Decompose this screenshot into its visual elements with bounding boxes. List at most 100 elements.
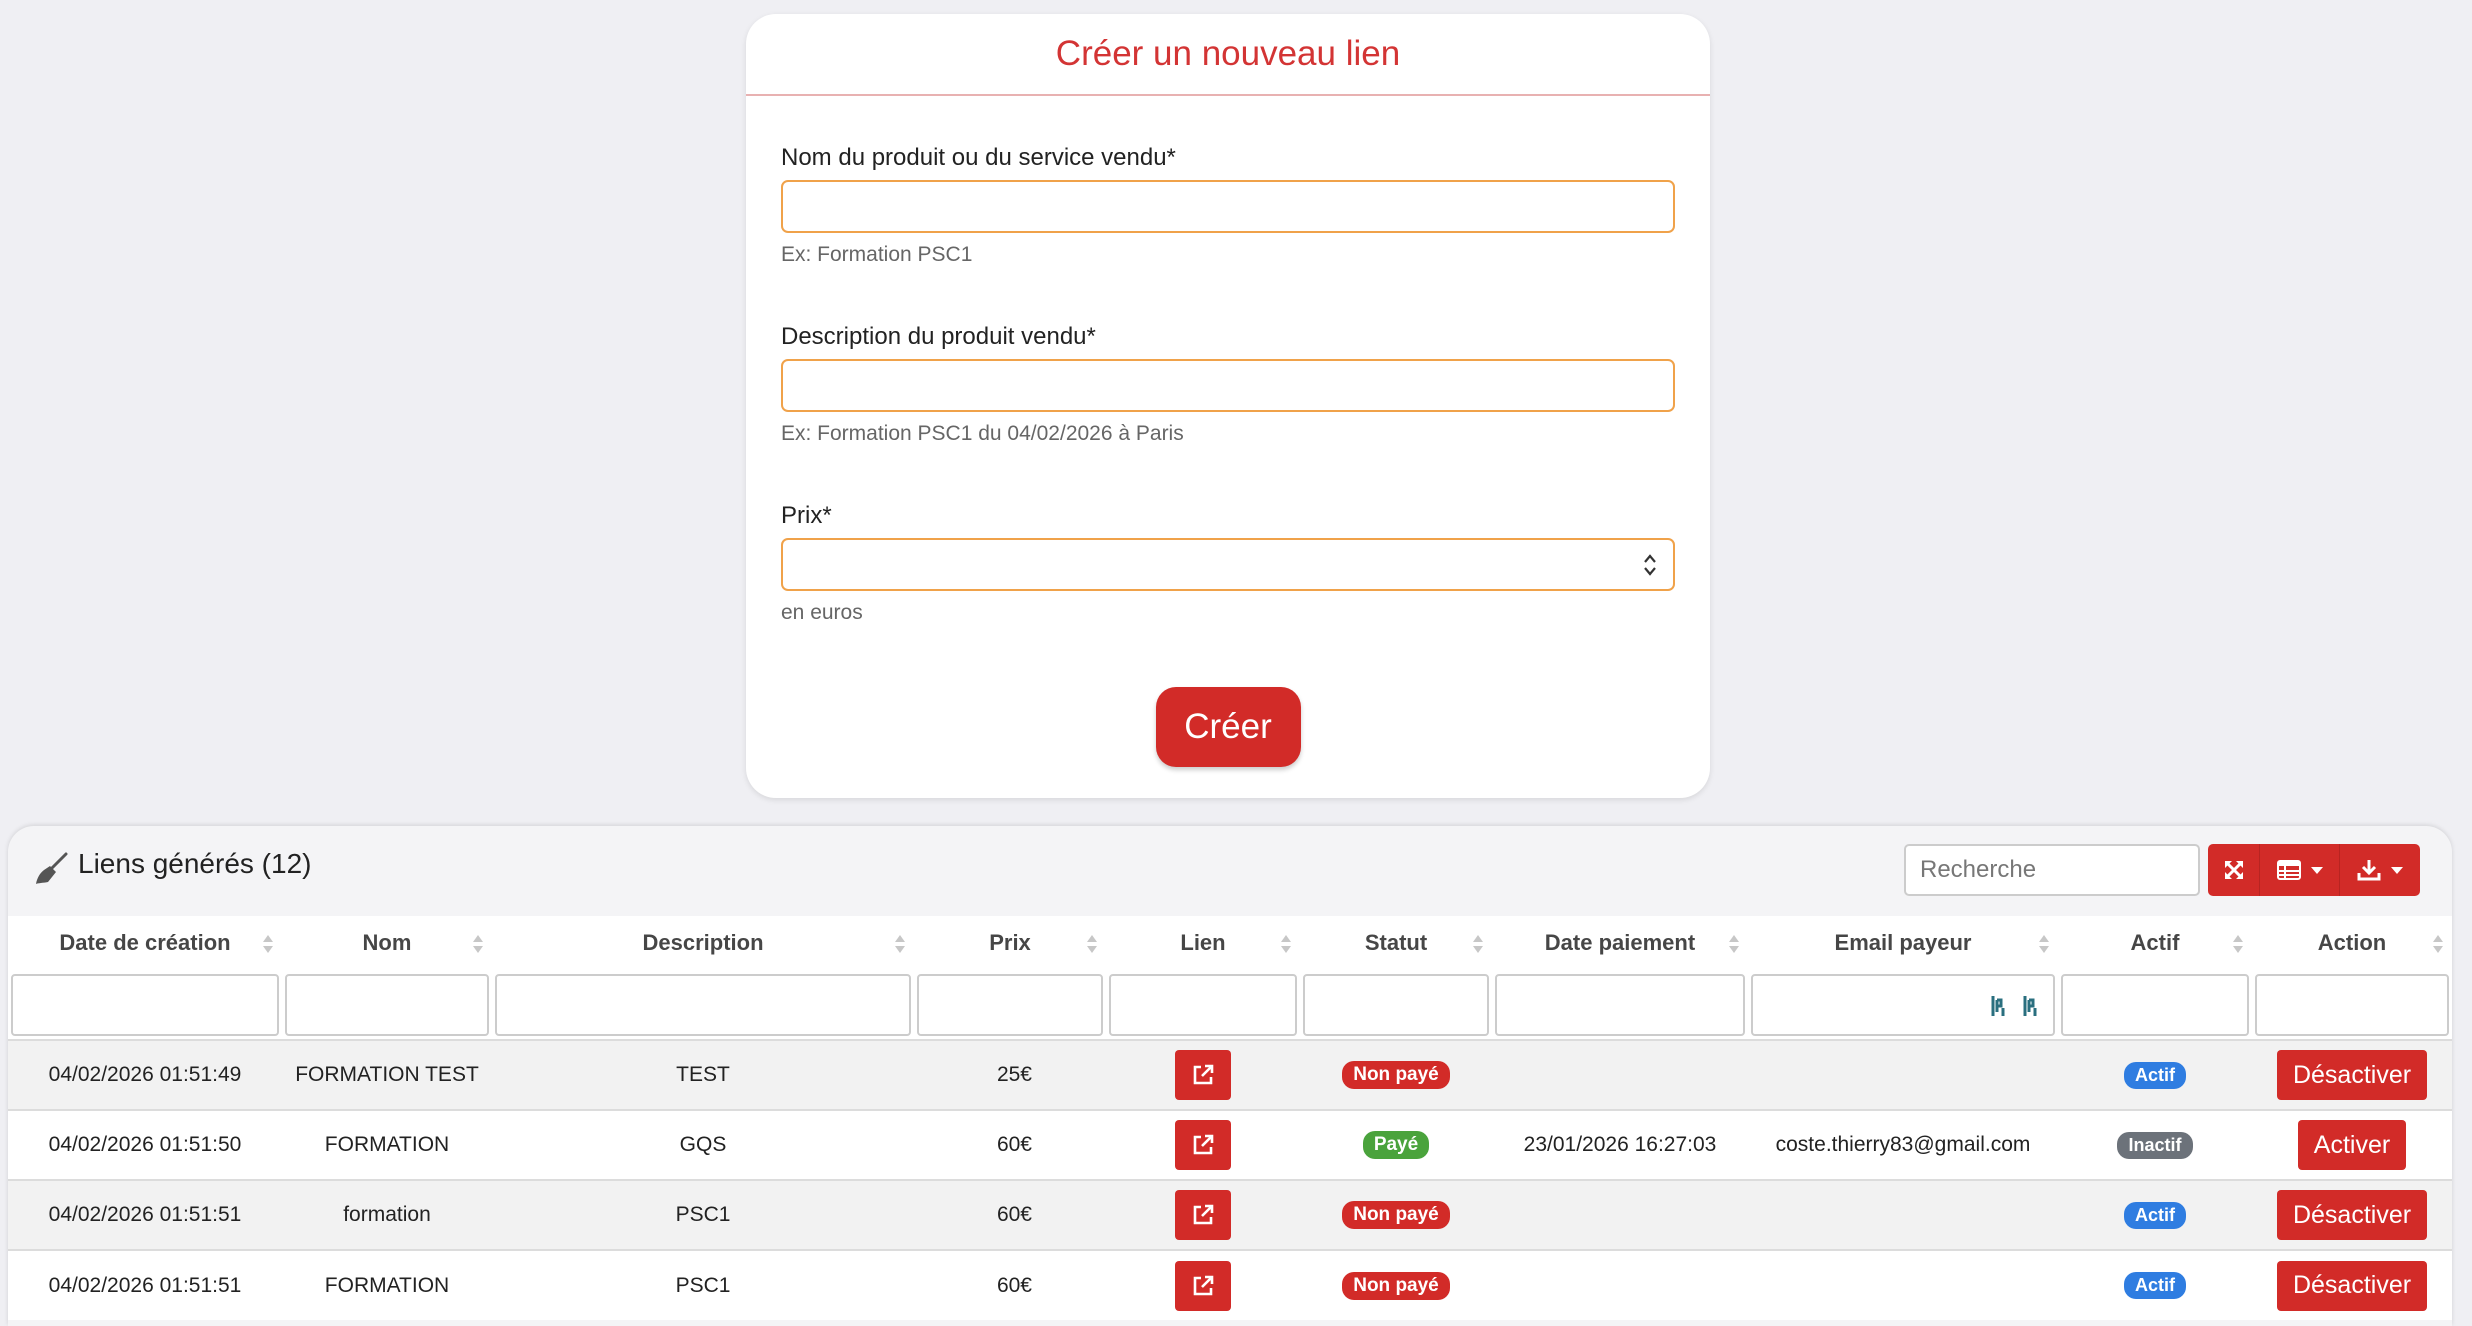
deactivate-button[interactable]: Désactiver — [2276, 1260, 2428, 1311]
description-field[interactable] — [781, 359, 1675, 412]
status-badge: Payé — [1362, 1131, 1430, 1159]
external-link-icon — [1193, 1275, 1214, 1295]
column-header-nom[interactable]: Nom — [282, 916, 492, 970]
product-name-field[interactable] — [781, 180, 1675, 233]
cell-date-paiement — [1492, 1250, 1748, 1320]
price-label: Prix* — [781, 502, 832, 529]
cell-prix: 60€ — [996, 1203, 1032, 1226]
external-link-icon — [1193, 1134, 1214, 1155]
description-help: Ex: Formation PSC1 du 04/02/2026 à Paris — [781, 422, 1184, 445]
filter-email[interactable] — [1751, 973, 2055, 1036]
deactivate-button[interactable]: Désactiver — [2276, 1190, 2428, 1240]
password-manager-icon[interactable] — [1991, 994, 2009, 1018]
active-badge: Actif — [2124, 1061, 2186, 1089]
number-spinner-icon[interactable] — [1641, 550, 1659, 580]
chevron-down-icon — [2391, 866, 2403, 874]
open-link-button[interactable] — [1175, 1050, 1231, 1100]
sort-icon — [895, 935, 905, 953]
active-badge: Actif — [2124, 1272, 2186, 1299]
price-help: en euros — [781, 601, 863, 624]
column-header-description[interactable]: Description — [492, 916, 914, 970]
filter-row — [8, 970, 2452, 1040]
activate-button[interactable]: Activer — [2297, 1120, 2407, 1170]
column-header-lien[interactable]: Lien — [1106, 916, 1300, 970]
filter-lien-input[interactable] — [1111, 975, 1295, 1034]
search-input[interactable] — [1906, 846, 2198, 894]
filter-nom[interactable] — [285, 973, 489, 1036]
price-field[interactable] — [781, 538, 1675, 591]
external-link-icon — [1193, 1064, 1214, 1085]
price-input[interactable] — [783, 540, 1673, 589]
download-icon — [2357, 860, 2381, 881]
table-row: 04/02/2026 01:51:51 formation PSC1 60€ N… — [8, 1180, 2452, 1250]
extension-icons — [1991, 994, 2041, 1018]
product-name-label: Nom du produit ou du service vendu* — [781, 144, 1176, 171]
sort-icon — [473, 935, 483, 953]
column-header-prix[interactable]: Prix — [914, 916, 1106, 970]
filter-prix-input[interactable] — [919, 975, 1101, 1034]
column-header-email[interactable]: Email payeur — [1748, 916, 2058, 970]
status-badge: Non payé — [1342, 1061, 1450, 1089]
sort-icon — [2433, 935, 2443, 953]
cell-email — [1748, 1040, 2058, 1110]
password-manager-icon[interactable] — [2023, 994, 2041, 1018]
create-button[interactable]: Créer — [1155, 687, 1301, 767]
cell-email — [1748, 1180, 2058, 1250]
panel-title: Liens générés (12) — [78, 848, 312, 879]
filter-prix[interactable] — [917, 973, 1103, 1036]
inactive-badge: Inactif — [2117, 1131, 2193, 1159]
filter-description[interactable] — [495, 973, 911, 1036]
sort-icon — [2039, 935, 2049, 953]
column-header-action[interactable]: Action — [2252, 916, 2452, 970]
cell-nom: FORMATION — [324, 1273, 450, 1297]
panel-header: Liens générés (12) — [8, 826, 2452, 916]
table-columns-icon — [2276, 860, 2301, 880]
filter-statut-input[interactable] — [1305, 975, 1487, 1034]
card-title: Créer un nouveau lien — [1055, 34, 1401, 73]
column-header-date[interactable]: Date de création — [8, 916, 282, 970]
cell-email — [1748, 1250, 2058, 1320]
cell-prix: 60€ — [996, 1133, 1032, 1156]
filter-description-input[interactable] — [497, 975, 909, 1034]
search-box[interactable] — [1904, 844, 2200, 896]
export-button[interactable] — [2340, 844, 2420, 896]
filter-actif-input[interactable] — [2063, 975, 2247, 1034]
column-header-date-paiement[interactable]: Date paiement — [1492, 916, 1748, 970]
status-badge: Non payé — [1342, 1271, 1450, 1300]
cell-prix: 60€ — [996, 1273, 1032, 1297]
filter-date[interactable] — [11, 973, 279, 1036]
filter-actif[interactable] — [2061, 973, 2249, 1036]
filter-date-paiement[interactable] — [1495, 973, 1745, 1036]
sort-icon — [1281, 935, 1291, 953]
product-name-input[interactable] — [783, 182, 1673, 231]
cell-description: TEST — [676, 1063, 730, 1086]
cell-nom: FORMATION TEST — [295, 1063, 479, 1086]
description-label: Description du produit vendu* — [781, 323, 1096, 350]
sort-icon — [2233, 935, 2243, 953]
open-link-button[interactable] — [1175, 1120, 1231, 1170]
open-link-button[interactable] — [1175, 1260, 1231, 1311]
filter-action-input[interactable] — [2257, 975, 2447, 1034]
description-input[interactable] — [783, 361, 1673, 410]
cell-description: PSC1 — [675, 1203, 731, 1226]
filter-action[interactable] — [2255, 973, 2449, 1036]
cell-date: 04/02/2026 01:51:49 — [48, 1063, 242, 1086]
columns-button[interactable] — [2260, 844, 2340, 896]
fullscreen-button[interactable] — [2208, 844, 2260, 896]
status-badge: Non payé — [1342, 1201, 1450, 1229]
product-name-help: Ex: Formation PSC1 — [781, 243, 973, 266]
links-table: Date de création Nom Description Prix Li… — [8, 916, 2452, 1320]
deactivate-button[interactable]: Désactiver — [2276, 1050, 2428, 1100]
broom-icon — [36, 852, 68, 884]
filter-date-paiement-input[interactable] — [1497, 975, 1743, 1034]
cell-date-paiement — [1492, 1180, 1748, 1250]
filter-lien[interactable] — [1109, 973, 1297, 1036]
chevron-down-icon — [2310, 866, 2323, 874]
filter-statut[interactable] — [1303, 973, 1489, 1036]
column-header-statut[interactable]: Statut — [1300, 916, 1492, 970]
sort-icon — [263, 935, 273, 953]
open-link-button[interactable] — [1175, 1190, 1231, 1240]
column-header-actif[interactable]: Actif — [2058, 916, 2252, 970]
filter-date-input[interactable] — [13, 975, 277, 1034]
filter-nom-input[interactable] — [287, 975, 487, 1034]
